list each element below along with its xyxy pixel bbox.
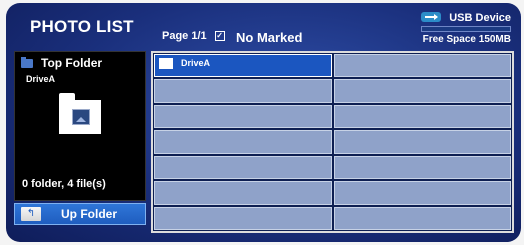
file-item-empty[interactable] — [154, 155, 332, 180]
up-folder-label: Up Folder — [61, 207, 117, 221]
image-icon — [72, 109, 90, 125]
usb-device-label: USB Device — [449, 12, 511, 24]
up-arrow-icon: ↰ — [21, 207, 41, 221]
usb-device-info: USB Device Free Space 150MB — [403, 9, 513, 49]
storage-usage-bar — [421, 26, 511, 32]
file-item-empty[interactable] — [333, 155, 511, 180]
folder-info-panel: Top Folder DriveA 0 folder, 4 file(s) — [14, 51, 146, 201]
file-item-label: DriveA — [181, 58, 211, 68]
folder-title: Top Folder — [41, 56, 103, 70]
file-item-empty[interactable] — [154, 79, 332, 103]
usb-icon — [421, 12, 441, 22]
page-number: Page 1/1 — [162, 30, 207, 42]
file-item-empty[interactable] — [154, 206, 332, 230]
marked-status: No Marked — [236, 30, 303, 45]
page-info: Page 1/1 ✓ — [162, 30, 229, 42]
file-grid: DriveA — [151, 51, 514, 233]
big-folder-icon — [59, 93, 101, 134]
free-space-label: Free Space 150MB — [422, 34, 511, 45]
up-folder-button[interactable]: ↰ Up Folder — [14, 203, 146, 225]
file-item-empty[interactable] — [154, 104, 332, 129]
file-item-empty[interactable] — [333, 130, 511, 154]
page-title: PHOTO LIST — [30, 17, 134, 36]
file-item-empty[interactable] — [154, 181, 332, 205]
drive-icon — [159, 58, 173, 69]
top-folder-row: Top Folder — [21, 56, 102, 70]
drive-name: DriveA — [26, 74, 56, 84]
file-item-empty[interactable] — [333, 104, 511, 129]
file-item-selected[interactable]: DriveA — [154, 54, 332, 78]
folder-small-icon — [21, 56, 33, 68]
screen-frame: PHOTO LIST Page 1/1 ✓ No Marked USB Devi… — [6, 3, 521, 242]
file-item-empty[interactable] — [333, 79, 511, 103]
file-item-empty[interactable] — [333, 54, 511, 78]
file-item-empty[interactable] — [333, 181, 511, 205]
checkbox-icon: ✓ — [214, 31, 225, 41]
file-item-empty[interactable] — [154, 130, 332, 154]
file-item-empty[interactable] — [333, 206, 511, 230]
file-count: 0 folder, 4 file(s) — [22, 178, 106, 190]
